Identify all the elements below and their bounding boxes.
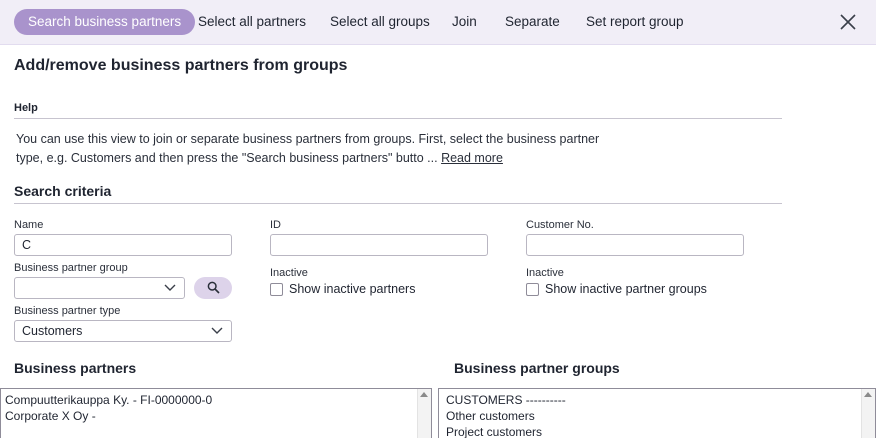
scroll-up-icon[interactable] <box>420 392 428 397</box>
read-more-link[interactable]: Read more <box>441 151 503 165</box>
list-item[interactable]: CUSTOMERS ---------- <box>446 392 871 408</box>
set-report-group-button[interactable]: Set report group <box>586 9 684 35</box>
scrollbar[interactable] <box>417 389 431 438</box>
help-heading: Help <box>14 102 38 114</box>
list-item[interactable]: Other customers <box>446 408 871 424</box>
name-label: Name <box>14 219 44 231</box>
show-inactive-partners-checkbox[interactable] <box>270 283 283 296</box>
search-business-partners-button[interactable]: Search business partners <box>14 9 196 35</box>
join-button[interactable]: Join <box>452 9 477 35</box>
id-input[interactable] <box>270 234 488 256</box>
business-partner-groups-heading: Business partner groups <box>454 360 620 376</box>
scroll-up-icon[interactable] <box>864 392 872 397</box>
toolbar: Search business partners Select all part… <box>0 0 876 45</box>
help-divider <box>14 118 782 119</box>
business-partner-group-select[interactable] <box>14 277 185 299</box>
business-partners-list[interactable]: Compuutterikauppa Ky. - FI-0000000-0 Cor… <box>0 388 432 438</box>
inactive-partners-label: Inactive <box>270 267 308 279</box>
page-title: Add/remove business partners from groups <box>14 57 348 74</box>
customer-no-label: Customer No. <box>526 219 594 231</box>
search-criteria-divider <box>14 203 782 204</box>
show-inactive-groups-checkbox[interactable] <box>526 283 539 296</box>
name-input[interactable] <box>14 234 232 256</box>
business-partner-groups-list[interactable]: CUSTOMERS ---------- Other customers Pro… <box>438 388 876 438</box>
scrollbar[interactable] <box>861 389 875 438</box>
help-text-line2: type, e.g. Customers and then press the … <box>16 151 442 165</box>
search-criteria-heading: Search criteria <box>14 183 112 199</box>
business-partners-heading: Business partners <box>14 360 137 376</box>
select-all-partners-button[interactable]: Select all partners <box>198 9 306 35</box>
inactive-groups-label: Inactive <box>526 267 564 279</box>
separate-button[interactable]: Separate <box>505 9 560 35</box>
customer-no-input[interactable] <box>526 234 744 256</box>
group-search-button[interactable] <box>194 277 232 299</box>
list-item[interactable]: Compuutterikauppa Ky. - FI-0000000-0 <box>5 392 427 408</box>
select-all-groups-button[interactable]: Select all groups <box>330 9 430 35</box>
chevron-down-icon <box>211 327 223 334</box>
help-text: You can use this view to join or separat… <box>16 130 616 168</box>
search-icon <box>207 281 220 294</box>
chevron-down-icon <box>164 284 176 291</box>
close-icon[interactable] <box>838 12 858 32</box>
id-label: ID <box>270 219 281 231</box>
show-inactive-partners-label: Show inactive partners <box>289 282 416 296</box>
business-partner-group-label: Business partner group <box>14 262 128 274</box>
business-partner-type-select[interactable]: Customers <box>14 320 232 342</box>
business-partner-type-value: Customers <box>22 324 83 338</box>
show-inactive-groups-label: Show inactive partner groups <box>545 282 707 296</box>
business-partner-type-label: Business partner type <box>14 305 121 317</box>
list-item[interactable]: Project customers <box>446 424 871 438</box>
list-item[interactable]: Corporate X Oy - <box>5 408 427 424</box>
help-text-line1: You can use this view to join or separat… <box>16 132 600 146</box>
